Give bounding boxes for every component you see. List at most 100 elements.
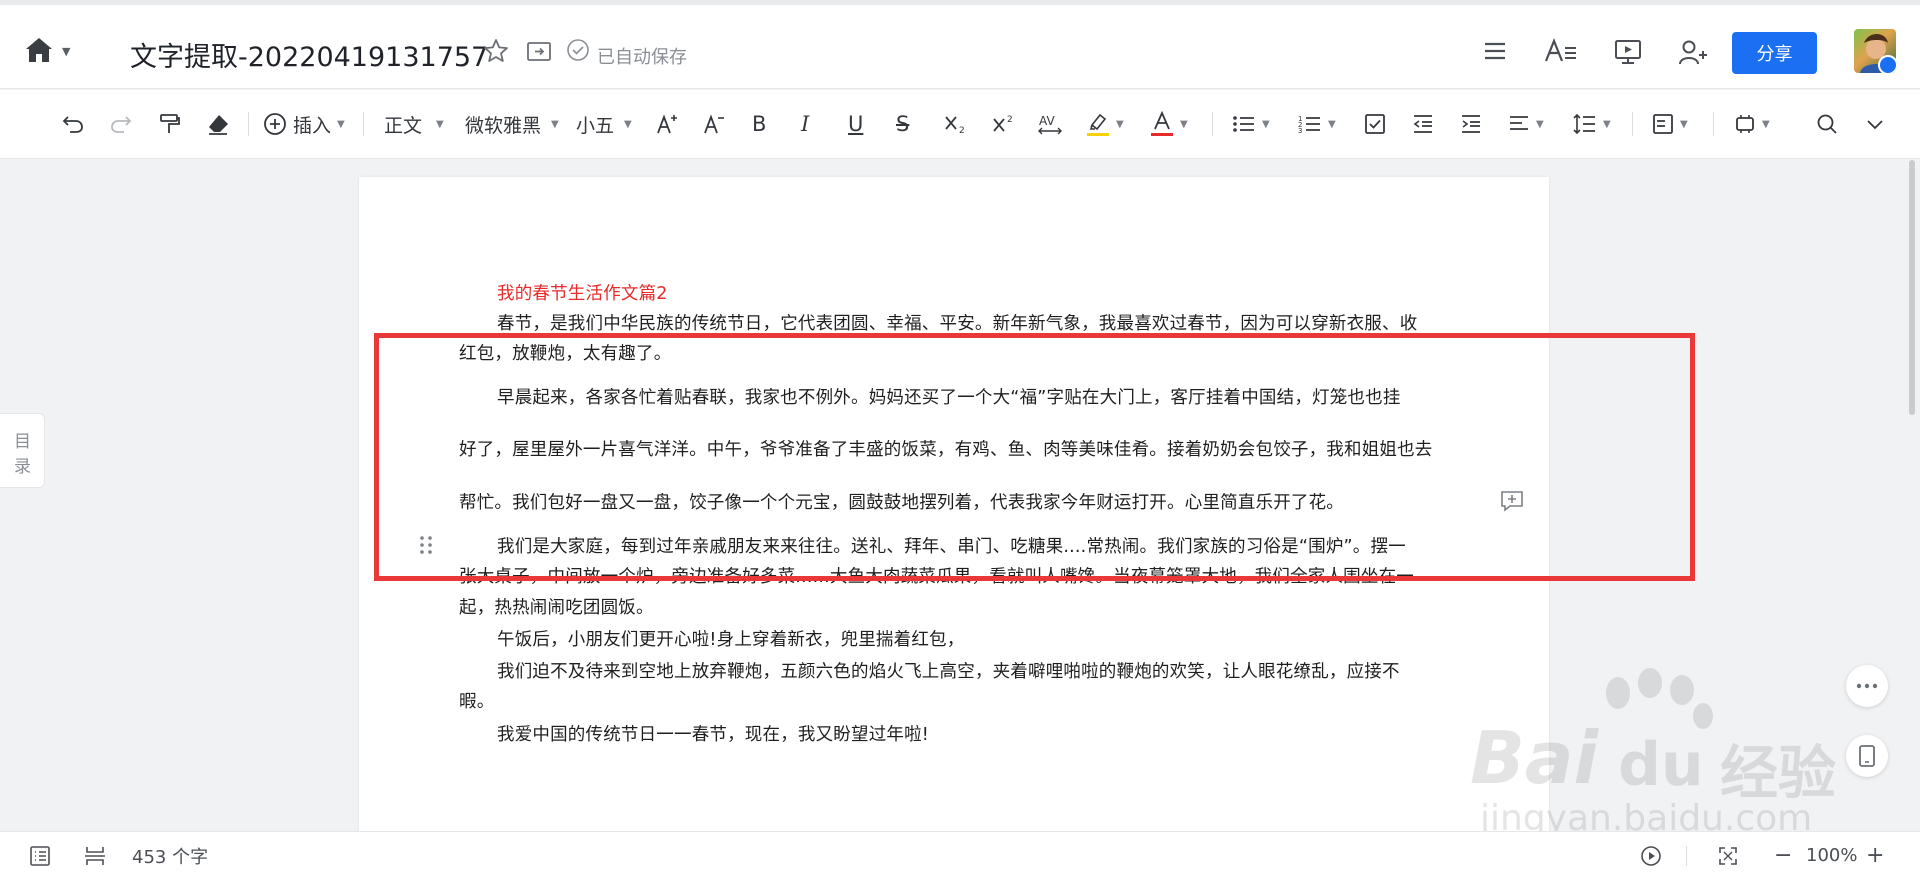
italic-icon: I <box>801 112 810 136</box>
search-icon[interactable] <box>1816 90 1838 158</box>
saved-check-icon <box>566 38 592 64</box>
chevron-down-icon: ▼ <box>1262 118 1270 130</box>
line-spacing-button[interactable]: ▼ <box>1573 90 1611 158</box>
checklist-icon[interactable] <box>1364 90 1386 158</box>
page-layout-icon <box>1653 114 1673 134</box>
undo-icon[interactable] <box>62 90 84 158</box>
underline-button[interactable]: U <box>848 90 863 158</box>
line-spacing-icon <box>1573 113 1595 135</box>
status-bar: 453 个字 − 100% + <box>0 831 1920 879</box>
toolbar-divider <box>1713 112 1714 136</box>
bold-icon: B <box>752 112 767 136</box>
paragraph-line: 好了，屋里屋外一片喜气洋洋。中午，爷爷准备了丰盛的饭菜，有鸡、鱼、肉等美味佳肴。… <box>459 440 1433 460</box>
home-menu-caret-icon[interactable]: ▼ <box>62 45 70 58</box>
toc-label-2: 录 <box>14 457 31 477</box>
paragraph-line: 我爱中国的传统节日一一春节，现在，我又盼望过年啦! <box>497 725 930 745</box>
text-color-button[interactable]: ▼ <box>1150 90 1188 158</box>
phone-icon <box>1859 745 1875 767</box>
decrease-indent-icon[interactable] <box>1412 90 1434 158</box>
page-break-icon[interactable] <box>84 832 106 879</box>
add-comment-icon[interactable] <box>1500 490 1524 512</box>
paw-icon <box>1606 668 1713 729</box>
svg-text:2: 2 <box>959 126 965 135</box>
strikethrough-button[interactable]: S <box>896 90 909 158</box>
toolbar-divider <box>363 112 364 136</box>
user-avatar[interactable] <box>1854 29 1896 73</box>
increase-font-size-icon[interactable] <box>656 90 678 158</box>
share-button[interactable]: 分享 <box>1732 32 1817 74</box>
word-count: 453 个字 <box>132 846 209 868</box>
subscript-icon[interactable]: 2 <box>944 90 968 158</box>
presentation-icon[interactable] <box>1614 38 1641 64</box>
zoom-level[interactable]: 100% <box>1806 832 1857 879</box>
mobile-view-button[interactable] <box>1846 735 1888 777</box>
paragraph-line: 午饭后，小朋友们更开心啦!身上穿着新衣，兜里揣着红包， <box>497 630 965 650</box>
format-painter-icon[interactable] <box>158 90 180 158</box>
strikethrough-icon: S <box>896 112 910 136</box>
collapse-toolbar-icon[interactable] <box>1865 90 1885 158</box>
numbered-list-button[interactable]: 123 ▼ <box>1298 90 1336 158</box>
italic-button[interactable]: I <box>801 90 809 158</box>
alignment-button[interactable]: ▼ <box>1508 90 1544 158</box>
chevron-down-icon: ▼ <box>1680 118 1688 130</box>
fullscreen-icon[interactable] <box>1718 832 1738 879</box>
font-family-select[interactable]: 微软雅黑 ▼ <box>465 90 559 158</box>
paragraph-line: 张大桌子，中间放一个炉，旁边准备好多菜......大鱼大肉蔬菜瓜果，看就叫人嘴馋… <box>459 567 1414 587</box>
increase-indent-icon[interactable] <box>1460 90 1482 158</box>
drag-handle-icon[interactable] <box>419 535 433 555</box>
clear-format-icon[interactable] <box>206 90 230 158</box>
chevron-down-icon: ▼ <box>1762 118 1770 130</box>
font-family-value: 微软雅黑 <box>465 114 542 137</box>
top-bar: ▼ 文字提取-20220419131757 已自动保存 分享 <box>0 0 1920 89</box>
text-style-icon[interactable] <box>1544 38 1578 64</box>
bold-button[interactable]: B <box>752 90 766 158</box>
chevron-down-icon: ▼ <box>1328 118 1336 130</box>
document-heading: 我的春节生活作文篇2 <box>497 284 668 304</box>
document-page[interactable]: 我的春节生活作文篇2 春节，是我们中华民族的传统节日，它代表团圆、幸福、平安。新… <box>359 177 1549 878</box>
svg-text:3: 3 <box>1298 127 1302 135</box>
superscript-icon[interactable]: 2 <box>992 90 1016 158</box>
page-layout-button[interactable]: ▼ <box>1652 90 1688 158</box>
more-icon <box>1856 683 1878 689</box>
home-icon[interactable] <box>24 36 56 66</box>
paragraph-style-select[interactable]: 正文 ▼ <box>384 90 444 158</box>
add-collaborator-icon[interactable] <box>1678 38 1707 65</box>
text-color-icon <box>1151 111 1173 136</box>
chevron-down-icon: ▼ <box>1536 118 1544 130</box>
vertical-scrollbar[interactable] <box>1909 160 1915 415</box>
paragraph-line: 春节，是我们中华民族的传统节日，它代表团圆、幸福、平安。新年新气象，我最喜欢过春… <box>497 314 1418 334</box>
align-left-icon <box>1510 116 1528 130</box>
more-options-button[interactable] <box>1846 665 1888 707</box>
bullet-list-button[interactable]: ▼ <box>1232 90 1270 158</box>
decrease-font-size-icon[interactable] <box>703 90 725 158</box>
toolbar-divider <box>1212 112 1213 136</box>
zoom-out-icon[interactable]: − <box>1774 832 1792 879</box>
watermark-cn: 经验 <box>1720 739 1837 807</box>
outline-view-icon[interactable] <box>30 832 50 879</box>
font-size-select[interactable]: 小五 ▼ <box>576 90 632 158</box>
bullet-list-icon <box>1233 116 1254 132</box>
insert-menu-button[interactable]: 插入 ▼ <box>263 90 345 158</box>
font-size-value: 小五 <box>576 114 615 137</box>
device-view-button[interactable]: ▼ <box>1734 90 1770 158</box>
paragraph-line: 起，热热闹闹吃团圆饭。 <box>459 598 654 618</box>
svg-text:2: 2 <box>1007 115 1013 125</box>
paragraph-line: 暇。 <box>459 692 495 712</box>
insert-label: 插入 <box>293 114 332 137</box>
toolbar-divider <box>248 112 249 136</box>
highlight-color-button[interactable]: ▼ <box>1086 90 1124 158</box>
play-icon[interactable] <box>1640 832 1662 879</box>
chevron-down-icon: ▼ <box>624 118 632 130</box>
redo-icon[interactable] <box>110 90 132 158</box>
toc-label-1: 目 <box>14 432 31 452</box>
chevron-down-icon: ▼ <box>1180 118 1188 130</box>
document-title[interactable]: 文字提取-20220419131757 <box>130 35 488 74</box>
character-spacing-icon[interactable]: AV <box>1037 90 1063 158</box>
paragraph-line: 红包，放鞭炮，太有趣了。 <box>459 344 672 364</box>
autosave-status: 已自动保存 <box>597 47 687 68</box>
move-to-folder-icon[interactable] <box>526 38 552 64</box>
toc-tab[interactable]: 目 录 <box>0 413 45 488</box>
star-icon[interactable] <box>483 38 509 64</box>
menu-icon[interactable] <box>1482 38 1508 64</box>
zoom-in-icon[interactable]: + <box>1866 832 1884 879</box>
